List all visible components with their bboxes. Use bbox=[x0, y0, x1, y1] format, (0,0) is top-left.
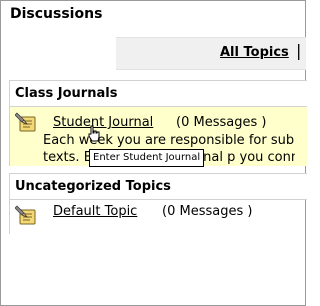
section-title: Uncategorized Topics bbox=[15, 179, 171, 194]
discussion-topic-icon[interactable] bbox=[14, 204, 39, 228]
all-topics-link[interactable]: All Topics bbox=[220, 45, 289, 60]
topic-link-student-journal[interactable]: Student Journal bbox=[53, 115, 153, 130]
section-header: Uncategorized Topics bbox=[10, 174, 307, 200]
toolbar-separator: | bbox=[296, 41, 302, 60]
hand-pointer-cursor-icon bbox=[87, 125, 101, 147]
description-line-1: Each week you are responsible for subm bbox=[43, 133, 295, 148]
page-title: Discussions bbox=[10, 6, 103, 22]
discussion-topic-icon[interactable] bbox=[14, 111, 39, 135]
tooltip: Enter Student Journal bbox=[89, 149, 205, 167]
topic-link-default-topic[interactable]: Default Topic bbox=[53, 204, 137, 219]
message-count: (0 Messages ) bbox=[176, 115, 267, 130]
section-uncategorized-topics: Uncategorized Topics Default Topic (0 Me… bbox=[9, 173, 307, 234]
section-header: Class Journals bbox=[10, 81, 307, 107]
message-count: (0 Messages ) bbox=[162, 204, 253, 219]
topics-toolbar: All Topics | bbox=[116, 37, 306, 70]
section-title: Class Journals bbox=[15, 86, 118, 101]
